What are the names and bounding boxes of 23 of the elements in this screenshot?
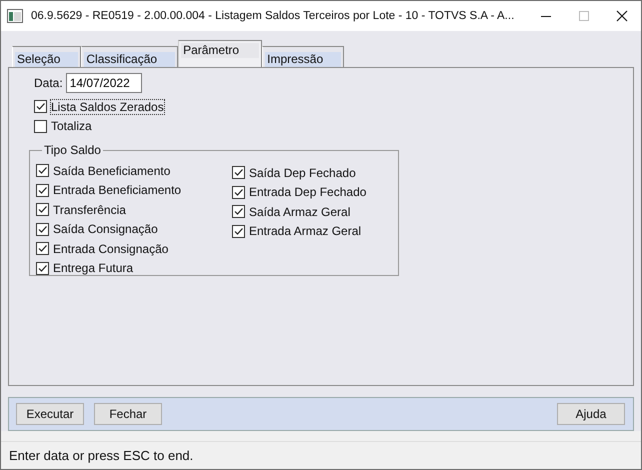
tab[interactable]: Impressão <box>262 46 344 67</box>
checkbox-label[interactable]: Entrada Dep Fechado <box>248 184 368 200</box>
group-title: Tipo Saldo <box>42 143 103 157</box>
tab[interactable]: Parâmetro <box>178 40 262 67</box>
checkbox-label[interactable]: Entrada Consignação <box>52 240 170 257</box>
button[interactable]: Executar <box>16 403 84 425</box>
checkbox-label[interactable]: Saída Dep Fechado <box>248 164 357 181</box>
checkbox-label[interactable]: Entrega Futura <box>52 260 134 276</box>
checkbox-label[interactable]: Totaliza <box>50 118 93 134</box>
tab[interactable]: Classificação <box>81 46 178 67</box>
window-title: 06.9.5629 - RE0519 - 2.00.00.004 - Listagem Saldos Terceiros por Lote - 10 - TOTVS S.A - A... <box>31 10 516 22</box>
button[interactable]: Fechar <box>94 403 162 425</box>
checkbox-label[interactable]: Entrada Beneficiamento <box>52 182 182 198</box>
checkbox-label[interactable]: Saída Beneficiamento <box>52 162 172 179</box>
checkbox-label[interactable]: Lista Saldos Zerados <box>50 98 165 115</box>
tab[interactable]: Seleção <box>12 46 82 67</box>
date-field[interactable]: 14/07/2022 <box>66 73 142 93</box>
checkbox-label[interactable]: Saída Armaz Geral <box>248 204 352 220</box>
checkbox-label[interactable]: Saída Consignação <box>52 221 159 238</box>
checkbox-label[interactable]: Entrada Armaz Geral <box>248 223 362 240</box>
button[interactable]: Ajuda <box>557 403 625 425</box>
date-label: Data: <box>34 76 63 90</box>
checkbox-label[interactable]: Transferência <box>52 202 127 218</box>
